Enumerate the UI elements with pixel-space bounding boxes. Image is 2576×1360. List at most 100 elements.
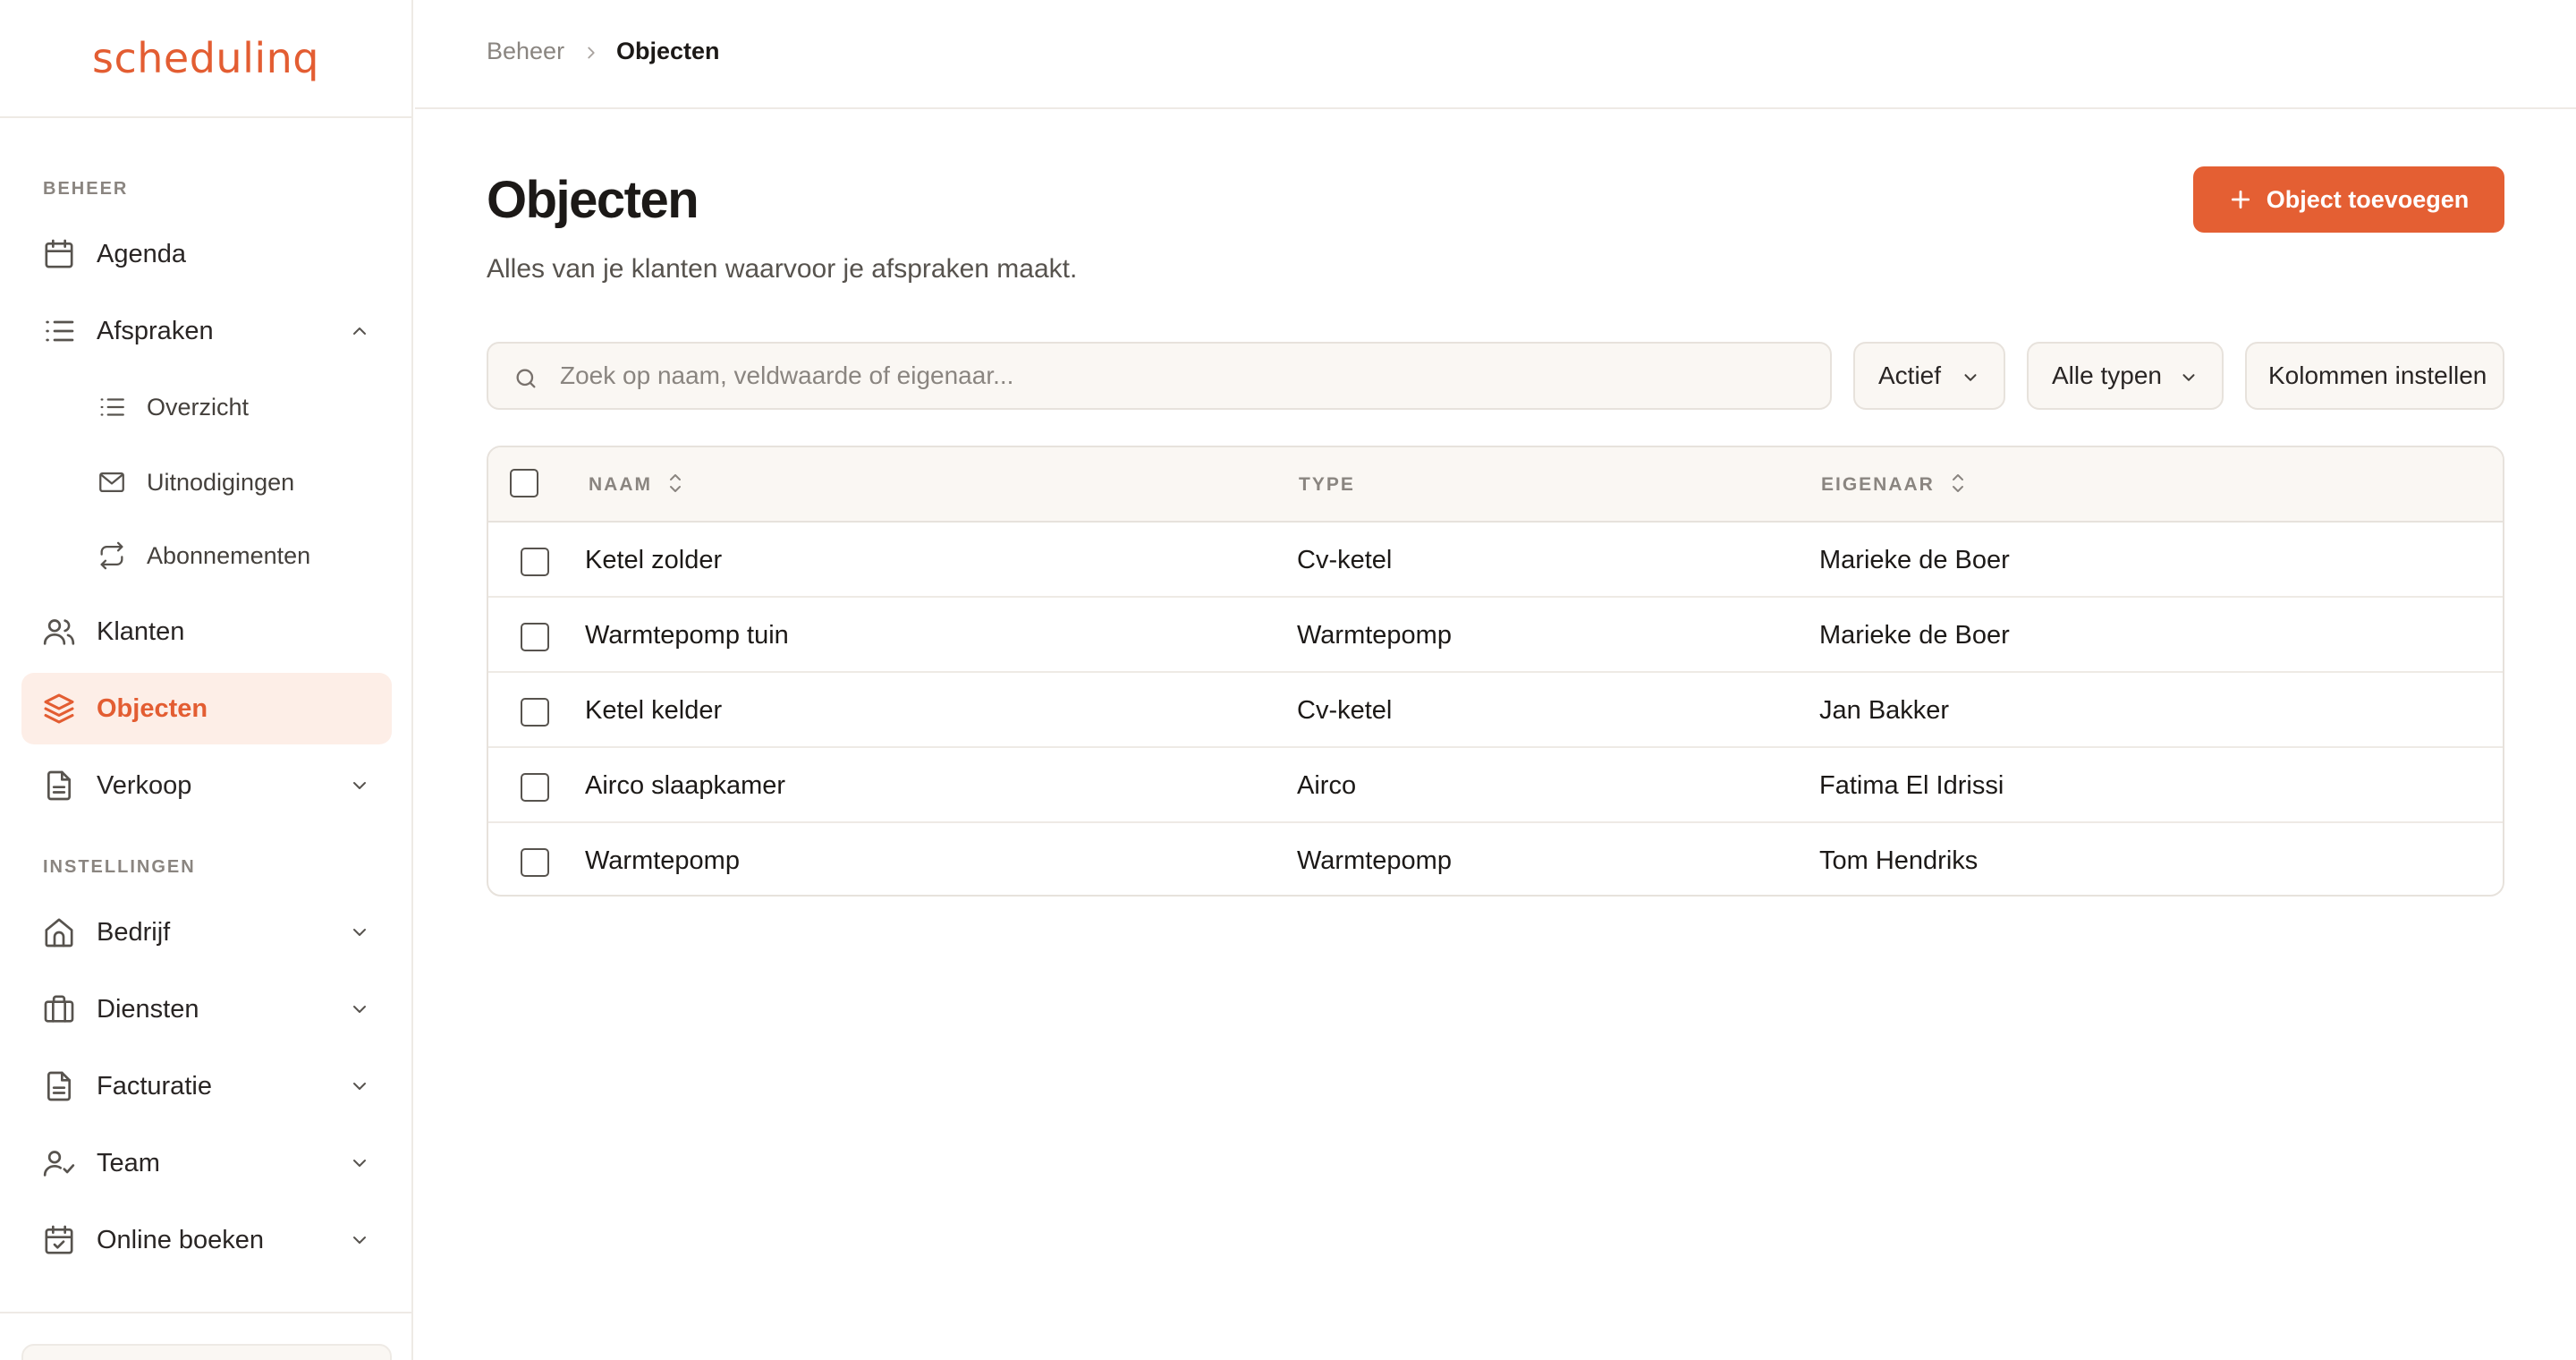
calendar-icon bbox=[45, 239, 73, 268]
search-icon bbox=[516, 369, 536, 388]
chevron-down-icon bbox=[353, 1006, 366, 1013]
chevron-up-icon bbox=[353, 327, 366, 335]
row-checkbox[interactable] bbox=[521, 773, 549, 802]
repeat-icon bbox=[100, 541, 123, 570]
sidebar-subitem-abonnementen[interactable]: Abonnementen bbox=[80, 526, 392, 585]
sidebar-subitem-uitnodigingen[interactable]: Uitnodigingen bbox=[80, 453, 392, 512]
sidebar-footer-card[interactable] bbox=[21, 1344, 392, 1360]
cell-owner: Jan Bakker bbox=[1819, 696, 1950, 725]
sidebar-subitem-label: Uitnodigingen bbox=[147, 468, 295, 496]
table-header: NAAM TYPE EIGENAAR bbox=[488, 447, 2503, 523]
chevron-down-icon bbox=[353, 782, 366, 789]
sidebar-item-label: Facturatie bbox=[97, 1071, 212, 1101]
chevron-down-icon bbox=[2182, 374, 2195, 381]
columns-settings-label: Kolommen instellen bbox=[2268, 361, 2487, 389]
app: schedulinq BEHEER Agenda Afspraken Overz… bbox=[0, 0, 2576, 1360]
cell-owner: Marieke de Boer bbox=[1819, 546, 2010, 574]
sidebar-item-klanten[interactable]: Klanten bbox=[21, 596, 392, 667]
sidebar: schedulinq BEHEER Agenda Afspraken Overz… bbox=[0, 0, 413, 1360]
section-label-beheer: BEHEER bbox=[43, 179, 129, 199]
sidebar-item-label: Objecten bbox=[97, 693, 208, 723]
add-object-button-label: Object toevoegen bbox=[2266, 185, 2470, 213]
user-check-icon bbox=[43, 1151, 75, 1177]
sidebar-subitem-label: Abonnementen bbox=[147, 541, 311, 569]
sidebar-item-objecten[interactable]: Objecten bbox=[21, 673, 392, 744]
plus-icon bbox=[2231, 190, 2250, 209]
home-icon bbox=[45, 918, 73, 948]
status-filter-value: Actief bbox=[1878, 361, 1942, 389]
chevron-down-icon bbox=[1964, 374, 1977, 381]
list-icon bbox=[46, 320, 74, 342]
sidebar-item-verkoop[interactable]: Verkoop bbox=[21, 750, 392, 821]
cell-name[interactable]: Ketel zolder bbox=[585, 546, 722, 575]
row-checkbox[interactable] bbox=[521, 623, 549, 651]
row-checkbox[interactable] bbox=[521, 548, 549, 576]
sidebar-item-label: Agenda bbox=[97, 239, 186, 268]
sidebar-item-facturatie[interactable]: Facturatie bbox=[21, 1050, 392, 1122]
sidebar-item-label: Bedrijf bbox=[97, 917, 171, 947]
column-header-name-label: NAAM bbox=[589, 474, 652, 495]
topbar: Beheer Objecten bbox=[415, 0, 2576, 109]
chevron-right-icon bbox=[588, 47, 595, 59]
layers-icon bbox=[44, 693, 74, 724]
row-checkbox[interactable] bbox=[521, 698, 549, 727]
page-subtitle: Alles van je klanten waarvoor je afsprak… bbox=[487, 254, 1078, 284]
cell-type: Warmtepomp bbox=[1297, 621, 1452, 650]
document-icon bbox=[47, 1071, 71, 1101]
chevron-down-icon bbox=[353, 1083, 366, 1090]
sidebar-item-bedrijf[interactable]: Bedrijf bbox=[21, 897, 392, 968]
sort-icon bbox=[669, 474, 681, 493]
sidebar-item-afspraken[interactable]: Afspraken bbox=[21, 295, 392, 367]
sidebar-item-agenda[interactable]: Agenda bbox=[21, 218, 392, 290]
sidebar-item-team[interactable]: Team bbox=[21, 1127, 392, 1199]
breadcrumb-current: Objecten bbox=[616, 38, 720, 64]
table-row[interactable]: Airco slaapkamer Airco Fatima El Idrissi bbox=[488, 748, 2503, 823]
cell-owner: Marieke de Boer bbox=[1819, 621, 2010, 650]
search-box bbox=[487, 342, 1832, 410]
cell-type: Cv-ketel bbox=[1297, 546, 1393, 574]
table-row[interactable]: Warmtepomp Warmtepomp Tom Hendriks bbox=[488, 823, 2503, 895]
type-filter-dropdown[interactable]: Alle typen bbox=[2027, 342, 2224, 410]
table-row[interactable]: Warmtepomp tuin Warmtepomp Marieke de Bo… bbox=[488, 598, 2503, 673]
cell-name[interactable]: Airco slaapkamer bbox=[585, 771, 785, 801]
sidebar-item-label: Diensten bbox=[97, 994, 199, 1024]
table-row[interactable]: Ketel zolder Cv-ketel Marieke de Boer bbox=[488, 523, 2503, 598]
columns-settings-button[interactable]: Kolommen instellen bbox=[2245, 342, 2504, 410]
cell-owner: Tom Hendriks bbox=[1819, 846, 1979, 875]
document-icon bbox=[47, 770, 71, 801]
sidebar-item-label: Online boeken bbox=[97, 1225, 265, 1254]
select-all-checkbox[interactable] bbox=[510, 469, 538, 497]
table-row[interactable]: Ketel kelder Cv-ketel Jan Bakker bbox=[488, 673, 2503, 748]
add-object-button[interactable]: Object toevoegen bbox=[2193, 166, 2504, 233]
chevron-down-icon bbox=[353, 929, 366, 936]
cell-type: Warmtepomp bbox=[1297, 846, 1452, 875]
sidebar-subitem-overzicht[interactable]: Overzicht bbox=[80, 378, 392, 437]
cell-name[interactable]: Ketel kelder bbox=[585, 696, 722, 726]
chevron-down-icon bbox=[353, 1160, 366, 1167]
status-filter-dropdown[interactable]: Actief bbox=[1853, 342, 2005, 410]
type-filter-value: Alle typen bbox=[2052, 361, 2162, 389]
sidebar-item-online-boeken[interactable]: Online boeken bbox=[21, 1204, 392, 1276]
sidebar-item-diensten[interactable]: Diensten bbox=[21, 973, 392, 1045]
mail-icon bbox=[99, 472, 124, 493]
briefcase-icon bbox=[44, 995, 74, 1023]
row-checkbox[interactable] bbox=[521, 848, 549, 877]
cell-type: Cv-ketel bbox=[1297, 696, 1393, 725]
cell-name[interactable]: Warmtepomp bbox=[585, 846, 740, 876]
section-label-instellingen: INSTELLINGEN bbox=[43, 857, 196, 877]
sidebar-item-label: Verkoop bbox=[97, 770, 192, 800]
users-icon bbox=[43, 619, 75, 645]
search-input[interactable] bbox=[560, 344, 1812, 408]
sidebar-footer bbox=[0, 1312, 411, 1360]
cell-name[interactable]: Warmtepomp tuin bbox=[585, 621, 789, 650]
objects-table: NAAM TYPE EIGENAAR Ketel zolder Cv-ketel… bbox=[487, 446, 2504, 897]
sidebar-item-label: Klanten bbox=[97, 616, 185, 646]
logo[interactable]: schedulinq bbox=[0, 0, 411, 118]
sort-icon bbox=[1952, 474, 1963, 493]
column-header-name[interactable]: NAAM bbox=[589, 474, 684, 496]
column-header-type-label: TYPE bbox=[1299, 474, 1355, 495]
column-header-type: TYPE bbox=[1299, 474, 1355, 496]
sidebar-subitem-label: Overzicht bbox=[147, 393, 250, 421]
breadcrumb-parent[interactable]: Beheer bbox=[487, 38, 564, 65]
column-header-owner[interactable]: EIGENAAR bbox=[1821, 474, 1967, 496]
